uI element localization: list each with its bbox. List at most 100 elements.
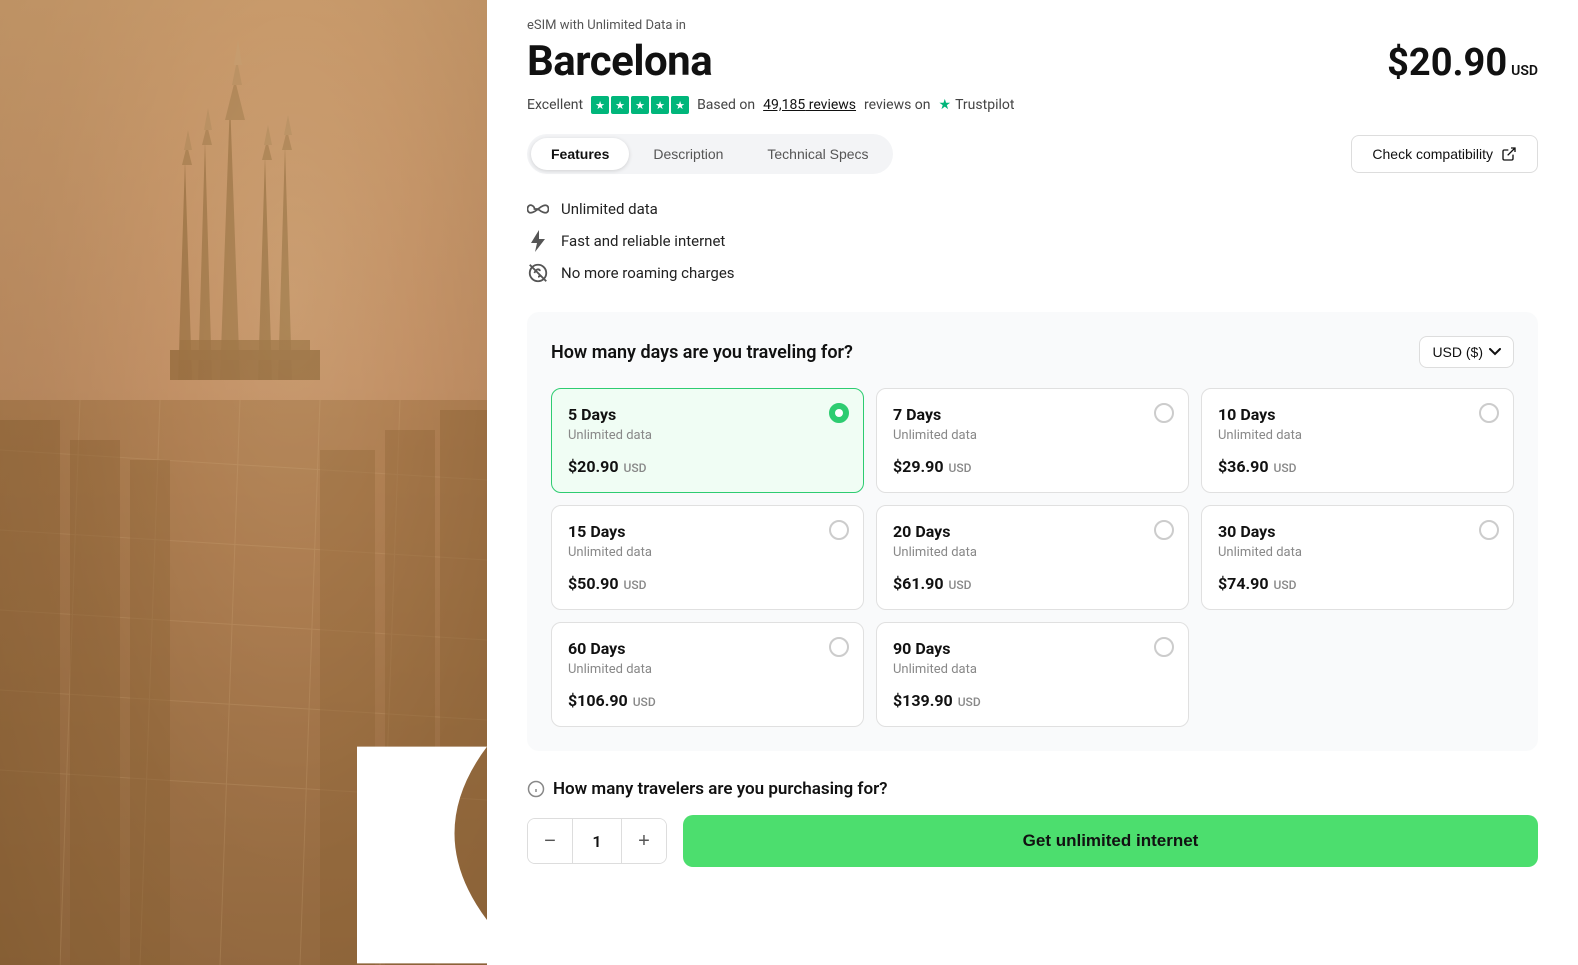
plan-15-data-label: Unlimited data bbox=[568, 545, 847, 560]
tab-features[interactable]: Features bbox=[531, 138, 629, 170]
feature-fast-internet: Fast and reliable internet bbox=[527, 230, 1538, 252]
travelers-question: How many travelers are you purchasing fo… bbox=[553, 779, 888, 799]
rating-label: Excellent bbox=[527, 97, 583, 113]
feature-no-roaming: No more roaming charges bbox=[527, 262, 1538, 284]
plan-60-price: $106.90 USD bbox=[568, 691, 847, 710]
star-rating: ★ ★ ★ ★ ★ bbox=[591, 96, 689, 114]
plan-15-price: $50.90 USD bbox=[568, 574, 847, 593]
title-price-row: Barcelona $20.90 USD bbox=[527, 37, 1538, 86]
plan-10-price: $36.90 USD bbox=[1218, 457, 1497, 476]
external-link-icon bbox=[1501, 146, 1517, 162]
check-compatibility-button[interactable]: Check compatibility bbox=[1351, 135, 1538, 173]
plan-10-days[interactable]: 10 Days Unlimited data $36.90 USD bbox=[1201, 388, 1514, 493]
travelers-header: How many travelers are you purchasing fo… bbox=[527, 779, 1538, 799]
plan-5-price: $20.90 USD bbox=[568, 457, 847, 476]
plan-90-days-label: 90 Days bbox=[893, 639, 1172, 658]
price-block: $20.90 USD bbox=[1387, 41, 1538, 85]
tab-technical-specs[interactable]: Technical Specs bbox=[747, 138, 888, 170]
trustpilot-label: Trustpilot bbox=[955, 97, 1014, 113]
get-internet-button[interactable]: Get unlimited internet bbox=[683, 815, 1538, 867]
feature-text-1: Fast and reliable internet bbox=[561, 232, 725, 250]
rating-row: Excellent ★ ★ ★ ★ ★ Based on 49,185 revi… bbox=[527, 96, 1538, 114]
plan-90-currency: USD bbox=[955, 695, 981, 709]
plan-15-days-label: 15 Days bbox=[568, 522, 847, 541]
travelers-row: − 1 + Get unlimited internet bbox=[527, 815, 1538, 867]
plan-30-data-label: Unlimited data bbox=[1218, 545, 1497, 560]
plan-90-data-label: Unlimited data bbox=[893, 662, 1172, 677]
plan-10-currency: USD bbox=[1271, 461, 1297, 475]
days-question: How many days are you traveling for? bbox=[551, 342, 853, 363]
trustpilot-badge: ★ Trustpilot bbox=[939, 97, 1015, 113]
plan-15-radio bbox=[829, 520, 849, 540]
plan-60-data-label: Unlimited data bbox=[568, 662, 847, 677]
plan-60-radio bbox=[829, 637, 849, 657]
plan-10-data-label: Unlimited data bbox=[1218, 428, 1497, 443]
trustpilot-icon: ★ bbox=[939, 97, 952, 113]
plan-30-days[interactable]: 30 Days Unlimited data $74.90 USD bbox=[1201, 505, 1514, 610]
reviews-on-text: reviews on bbox=[864, 97, 931, 113]
tab-group: Features Description Technical Specs bbox=[527, 134, 893, 174]
days-section: How many days are you traveling for? USD… bbox=[527, 312, 1538, 751]
plan-20-days[interactable]: 20 Days Unlimited data $61.90 USD bbox=[876, 505, 1189, 610]
tab-description[interactable]: Description bbox=[633, 138, 743, 170]
reviews-link[interactable]: 49,185 reviews bbox=[763, 97, 856, 113]
feature-text-2: No more roaming charges bbox=[561, 264, 735, 282]
price-value: $20.90 bbox=[1387, 41, 1507, 85]
plan-20-currency: USD bbox=[946, 578, 972, 592]
city-image-panel bbox=[0, 0, 487, 965]
features-list: Unlimited data Fast and reliable interne… bbox=[527, 198, 1538, 284]
plan-20-days-label: 20 Days bbox=[893, 522, 1172, 541]
city-title: Barcelona bbox=[527, 37, 712, 86]
plan-5-days-label: 5 Days bbox=[568, 405, 847, 424]
star-1: ★ bbox=[591, 96, 609, 114]
plan-90-radio bbox=[1154, 637, 1174, 657]
plan-60-days[interactable]: 60 Days Unlimited data $106.90 USD bbox=[551, 622, 864, 727]
reviews-prefix: Based on bbox=[697, 97, 755, 113]
check-compat-label: Check compatibility bbox=[1372, 146, 1493, 162]
quantity-stepper: − 1 + bbox=[527, 818, 667, 864]
plan-20-radio bbox=[1154, 520, 1174, 540]
plan-5-days[interactable]: 5 Days Unlimited data $20.90 USD bbox=[551, 388, 864, 493]
feature-text-0: Unlimited data bbox=[561, 200, 658, 218]
plan-60-days-label: 60 Days bbox=[568, 639, 847, 658]
days-header: How many days are you traveling for? USD… bbox=[551, 336, 1514, 368]
stepper-minus-button[interactable]: − bbox=[528, 819, 572, 863]
chevron-down-icon bbox=[1489, 348, 1501, 356]
star-4: ★ bbox=[651, 96, 669, 114]
plan-20-data-label: Unlimited data bbox=[893, 545, 1172, 560]
star-3: ★ bbox=[631, 96, 649, 114]
plans-grid: 5 Days Unlimited data $20.90 USD 7 Days … bbox=[551, 388, 1514, 727]
no-roaming-icon bbox=[527, 262, 549, 284]
star-2: ★ bbox=[611, 96, 629, 114]
tabs-row: Features Description Technical Specs Che… bbox=[527, 134, 1538, 174]
currency-label: USD ($) bbox=[1432, 344, 1483, 360]
plan-5-data-label: Unlimited data bbox=[568, 428, 847, 443]
plan-15-days[interactable]: 15 Days Unlimited data $50.90 USD bbox=[551, 505, 864, 610]
plan-10-days-label: 10 Days bbox=[1218, 405, 1497, 424]
plan-20-price: $61.90 USD bbox=[893, 574, 1172, 593]
plan-15-currency: USD bbox=[621, 578, 647, 592]
plan-30-currency: USD bbox=[1271, 578, 1297, 592]
infinity-icon bbox=[527, 198, 549, 220]
stepper-plus-button[interactable]: + bbox=[622, 819, 666, 863]
plan-30-days-label: 30 Days bbox=[1218, 522, 1497, 541]
plan-10-radio bbox=[1479, 403, 1499, 423]
plan-7-days-label: 7 Days bbox=[893, 405, 1172, 424]
plan-30-price: $74.90 USD bbox=[1218, 574, 1497, 593]
plan-5-radio bbox=[829, 403, 849, 423]
plan-90-days[interactable]: 90 Days Unlimited data $139.90 USD bbox=[876, 622, 1189, 727]
get-internet-label: Get unlimited internet bbox=[1023, 831, 1199, 850]
content-panel: eSIM with Unlimited Data in Barcelona $2… bbox=[487, 0, 1578, 965]
product-subtitle: eSIM with Unlimited Data in bbox=[527, 18, 1538, 33]
plan-7-data-label: Unlimited data bbox=[893, 428, 1172, 443]
plan-5-currency: USD bbox=[621, 461, 647, 475]
plan-30-radio bbox=[1479, 520, 1499, 540]
plan-7-currency: USD bbox=[946, 461, 972, 475]
plan-60-currency: USD bbox=[630, 695, 656, 709]
currency-selector[interactable]: USD ($) bbox=[1419, 336, 1514, 368]
feature-unlimited-data: Unlimited data bbox=[527, 198, 1538, 220]
plan-7-days[interactable]: 7 Days Unlimited data $29.90 USD bbox=[876, 388, 1189, 493]
plan-90-price: $139.90 USD bbox=[893, 691, 1172, 710]
stepper-value: 1 bbox=[572, 819, 622, 863]
star-5: ★ bbox=[671, 96, 689, 114]
